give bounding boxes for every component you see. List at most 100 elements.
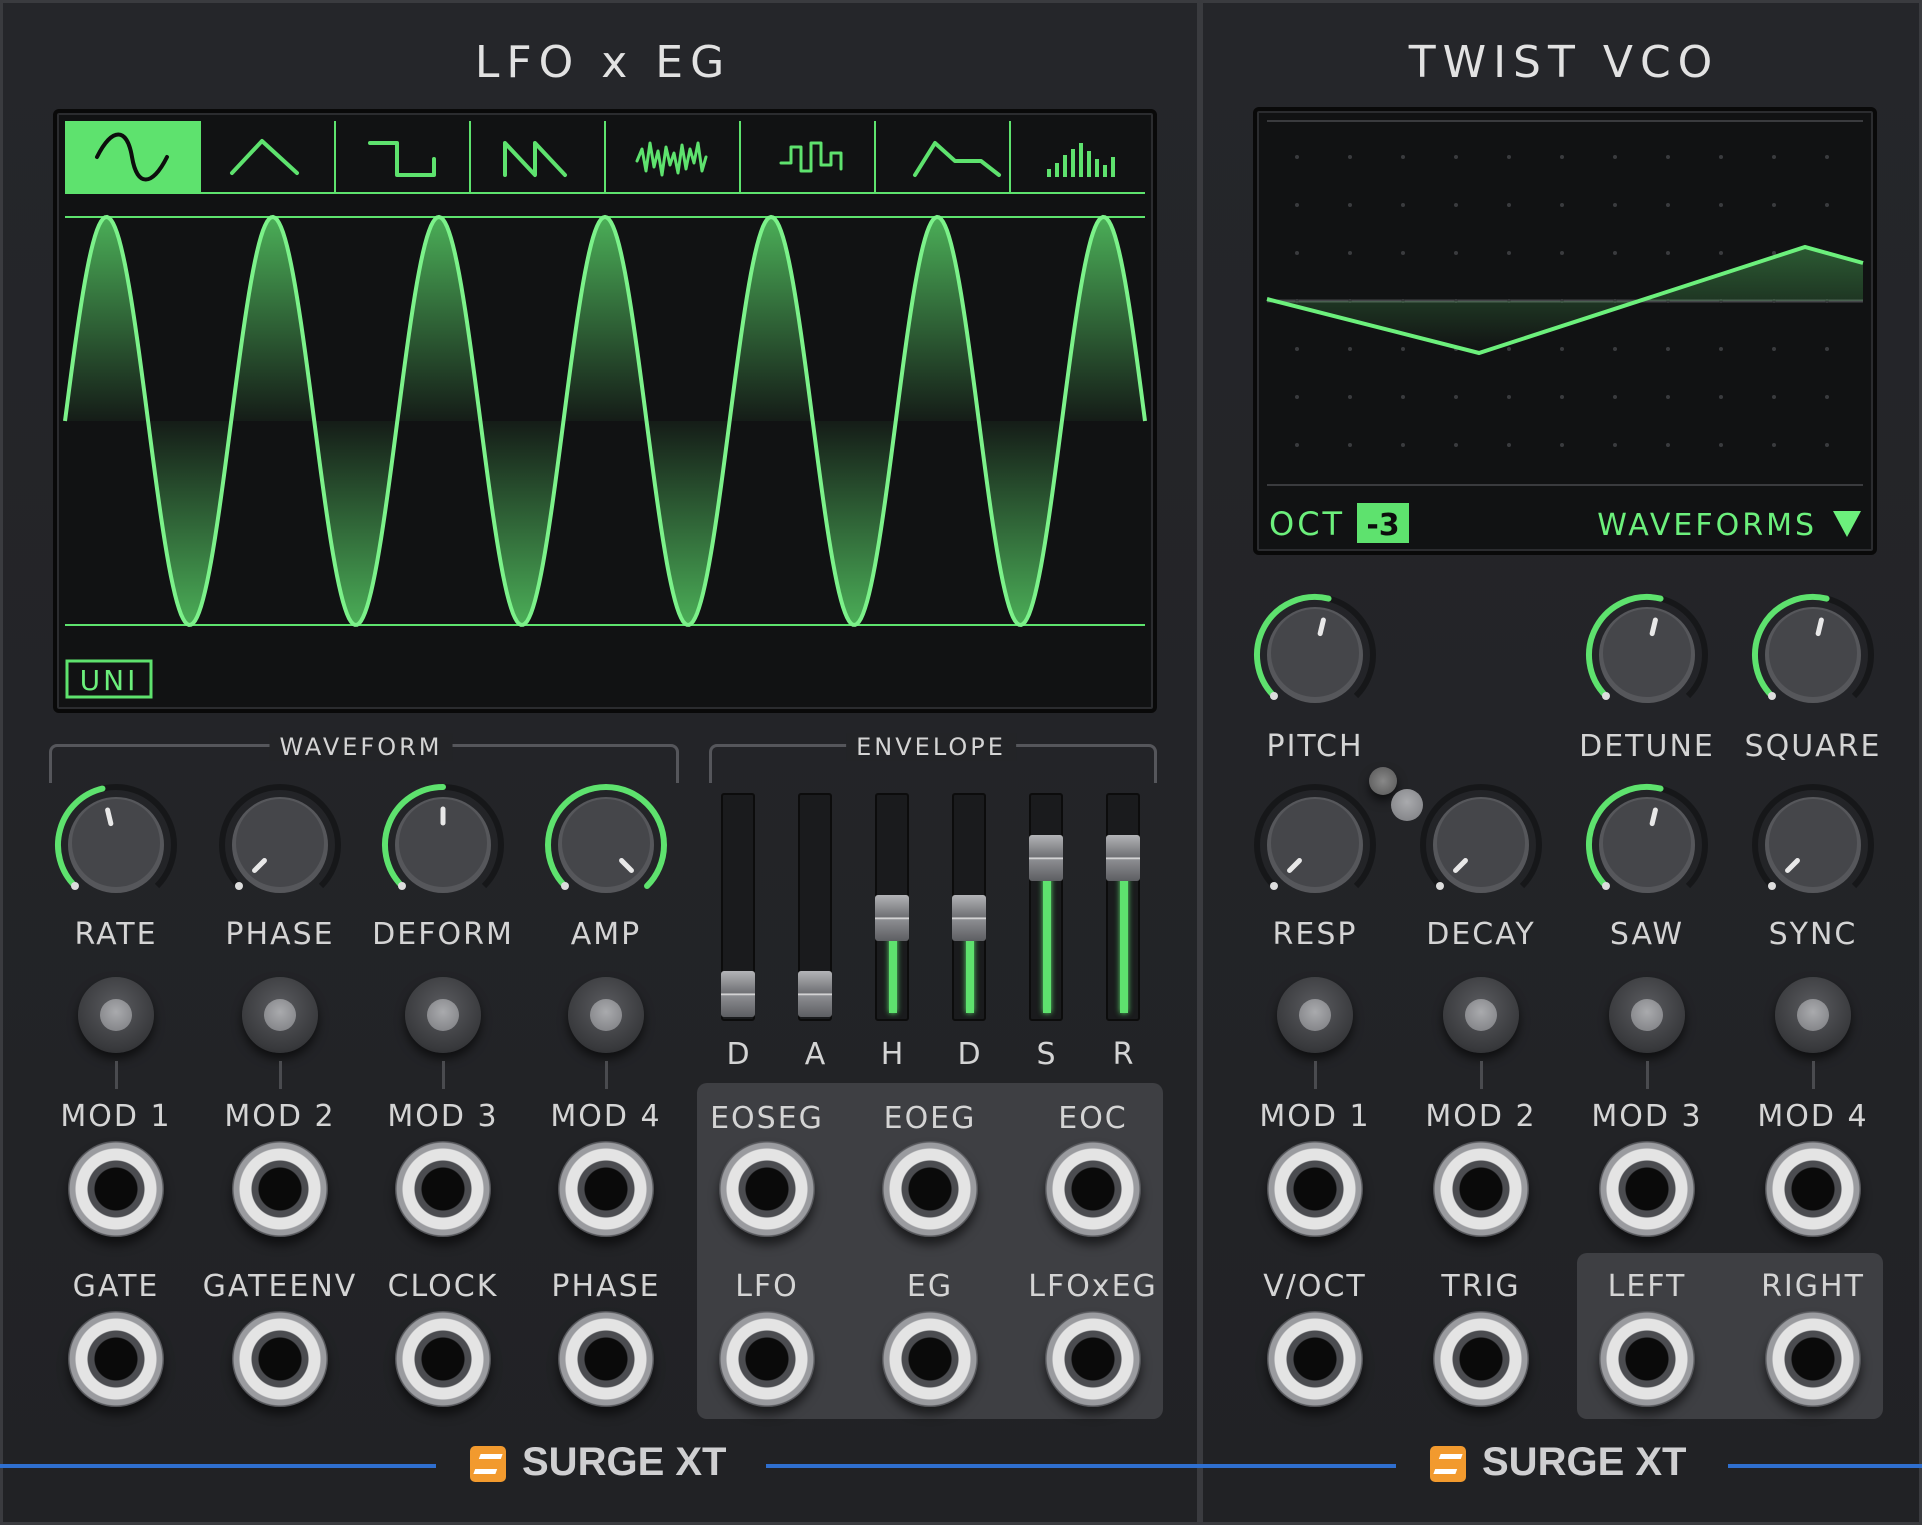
lfo-brand-strip: SURGE XT xyxy=(0,1440,1200,1490)
connector-line xyxy=(442,1061,445,1089)
vco-detune-label: DETUNE xyxy=(1579,729,1715,764)
vco-v-oct-label: V/OCT xyxy=(1263,1269,1367,1304)
lfo-mod3-jack[interactable] xyxy=(395,1141,491,1237)
vco-right-output-jack[interactable] xyxy=(1765,1311,1861,1407)
vco-mod3-attenuator[interactable] xyxy=(1609,977,1685,1053)
chevron-down-icon[interactable] xyxy=(1833,511,1861,537)
vco-decay-label: DECAY xyxy=(1426,917,1536,952)
envelope-slider-1[interactable] xyxy=(798,793,832,1021)
slider-handle[interactable] xyxy=(1029,835,1063,881)
vco-mod1-label: MOD 1 xyxy=(1259,1099,1371,1134)
lfo-phase-label: PHASE xyxy=(225,917,335,952)
lfo-gate-jack[interactable] xyxy=(68,1311,164,1407)
vco-resp-label: RESP xyxy=(1272,917,1358,952)
slider-handle[interactable] xyxy=(1106,835,1140,881)
vco-mod1-attenuator[interactable] xyxy=(1277,977,1353,1053)
eg-output-jack[interactable] xyxy=(882,1311,978,1407)
vco-mod2-jack[interactable] xyxy=(1433,1141,1529,1237)
waveform-section-label: WAVEFORM xyxy=(269,733,453,761)
lfoxeg-output-jack[interactable] xyxy=(1045,1311,1141,1407)
lfo-gateenv-label: GATEENV xyxy=(202,1269,358,1304)
lfo-rate-knob[interactable] xyxy=(52,781,180,909)
vco-detune-knob[interactable] xyxy=(1583,591,1711,719)
stepseq-icon[interactable] xyxy=(1047,143,1115,177)
module-rack: LFO x EG UNI WAVEFORM ENVELOPE RATE MOD … xyxy=(0,0,1922,1525)
envelope-slider-label-4: S xyxy=(1036,1037,1056,1072)
vco-mod4-attenuator[interactable] xyxy=(1775,977,1851,1053)
surge-logo-icon xyxy=(1430,1446,1466,1482)
vco-mod1-jack[interactable] xyxy=(1267,1141,1363,1237)
vco-trig-label: TRIG xyxy=(1441,1269,1521,1304)
lfo-output-label: LFO xyxy=(735,1269,799,1304)
vco-saw-knob[interactable] xyxy=(1583,781,1711,909)
slider-handle[interactable] xyxy=(798,971,832,1017)
vco-right-output-label: RIGHT xyxy=(1761,1269,1865,1304)
envelope-slider-4[interactable] xyxy=(1029,793,1063,1021)
vco-sync-knob[interactable] xyxy=(1749,781,1877,909)
lfo-mod1-jack[interactable] xyxy=(68,1141,164,1237)
triangle-icon[interactable] xyxy=(230,139,299,175)
lfo-mod4-jack[interactable] xyxy=(558,1141,654,1237)
envelope-slider-2[interactable] xyxy=(875,793,909,1021)
slider-handle[interactable] xyxy=(875,894,909,941)
saw-icon[interactable] xyxy=(503,141,567,177)
lfo-mod1-attenuator[interactable] xyxy=(78,977,154,1053)
octave-value: -3 xyxy=(1366,508,1399,543)
eoc-output-jack[interactable] xyxy=(1045,1141,1141,1237)
square-icon[interactable] xyxy=(368,141,436,177)
vco-sync-label: SYNC xyxy=(1768,917,1858,952)
lfoxeg-output-label: LFOxEG xyxy=(1028,1269,1158,1304)
lfo-mod2-jack[interactable] xyxy=(232,1141,328,1237)
lfo-deform-label: DEFORM xyxy=(372,917,514,952)
sample-hold-icon[interactable] xyxy=(779,141,843,173)
vco-pitch-label: PITCH xyxy=(1266,729,1364,764)
envelope-slider-0[interactable] xyxy=(721,793,755,1021)
envelope-slider-label-1: A xyxy=(804,1037,826,1072)
envelope-slider-3[interactable] xyxy=(952,793,986,1021)
lfo-gateenv-jack[interactable] xyxy=(232,1311,328,1407)
brand-name: SURGE XT xyxy=(522,1440,727,1484)
connector-line xyxy=(1314,1061,1317,1089)
eoseg-output-jack[interactable] xyxy=(719,1141,815,1237)
slider-handle[interactable] xyxy=(952,894,986,941)
waveforms-dropdown-label[interactable]: WAVEFORMS xyxy=(1597,508,1817,543)
lfo-amp-label: AMP xyxy=(570,917,642,952)
vco-trig-jack[interactable] xyxy=(1433,1311,1529,1407)
vco-v-oct-jack[interactable] xyxy=(1267,1311,1363,1407)
lfo-phase-jack[interactable] xyxy=(558,1311,654,1407)
noise-icon[interactable] xyxy=(635,141,708,177)
lfo-rate-label: RATE xyxy=(74,917,158,952)
vco-left-output-label: LEFT xyxy=(1607,1269,1687,1304)
lfo-mod3-label: MOD 3 xyxy=(387,1099,499,1134)
eoc-output-label: EOC xyxy=(1058,1101,1128,1136)
lfo-output-jack[interactable] xyxy=(719,1311,815,1407)
vco-pitch-knob[interactable] xyxy=(1251,591,1379,719)
slider-handle[interactable] xyxy=(721,971,755,1017)
lfo-mod4-label: MOD 4 xyxy=(550,1099,662,1134)
vco-mod3-jack[interactable] xyxy=(1599,1141,1695,1237)
connector-line xyxy=(1646,1061,1649,1089)
envelope-slider-5[interactable] xyxy=(1106,793,1140,1021)
lfo-clock-jack[interactable] xyxy=(395,1311,491,1407)
lfo-amp-knob[interactable] xyxy=(542,781,670,909)
vco-saw-label: SAW xyxy=(1609,917,1685,952)
vco-mod2-attenuator[interactable] xyxy=(1443,977,1519,1053)
vco-mod2-label: MOD 2 xyxy=(1425,1099,1537,1134)
unipolar-label: UNI xyxy=(80,664,139,697)
vco-mod4-jack[interactable] xyxy=(1765,1141,1861,1237)
lfo-mod1-label: MOD 1 xyxy=(60,1099,172,1134)
vco-decay-knob[interactable] xyxy=(1417,781,1545,909)
lfo-mod2-attenuator[interactable] xyxy=(242,977,318,1053)
vco-left-output-jack[interactable] xyxy=(1599,1311,1695,1407)
lfo-gate-label: GATE xyxy=(72,1269,160,1304)
eoeg-output-jack[interactable] xyxy=(882,1141,978,1237)
lfo-mod4-attenuator[interactable] xyxy=(568,977,644,1053)
vco-resp-knob[interactable] xyxy=(1251,781,1379,909)
lfo-mod3-attenuator[interactable] xyxy=(405,977,481,1053)
envelope-icon[interactable] xyxy=(913,141,1001,177)
envelope-section-label: ENVELOPE xyxy=(846,733,1016,761)
vco-mod3-label: MOD 3 xyxy=(1591,1099,1703,1134)
lfo-phase-knob[interactable] xyxy=(216,781,344,909)
vco-square-knob[interactable] xyxy=(1749,591,1877,719)
lfo-deform-knob[interactable] xyxy=(379,781,507,909)
